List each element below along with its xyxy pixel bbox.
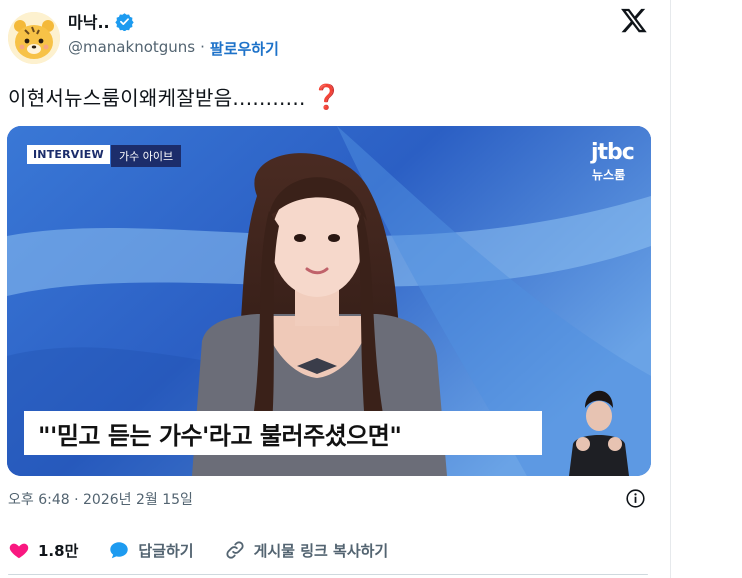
- red-question-mark-icon: ❓: [311, 82, 342, 111]
- copy-link-label: 게시물 링크 복사하기: [253, 541, 389, 560]
- author-handle[interactable]: @manaknotguns: [68, 38, 195, 59]
- follow-button[interactable]: 팔로우하기: [210, 38, 279, 59]
- interview-tag: INTERVIEW: [27, 145, 110, 164]
- column-divider: [670, 0, 671, 578]
- reply-label: 답글하기: [138, 541, 194, 560]
- copy-link-button[interactable]: 게시물 링크 복사하기: [224, 539, 389, 561]
- tweet-text: 이현서뉴스룸이왜케잘받음........... ❓: [8, 82, 342, 111]
- author-meta: @manaknotguns · 팔로우하기: [68, 38, 279, 59]
- verified-badge-icon: [114, 12, 134, 32]
- tweet-media-image[interactable]: INTERVIEW 가수 아이브 jtbc 뉴스룸 "'믿고 듣는 가수'라고 …: [7, 126, 651, 476]
- jtbc-logo: jtbc: [591, 140, 635, 165]
- singer-tag: 가수 아이브: [111, 145, 182, 167]
- link-icon: [224, 539, 246, 561]
- like-button[interactable]: 1.8만: [8, 539, 78, 561]
- reply-bubble-icon: [108, 539, 130, 561]
- tweet-actions: 1.8만 답글하기 게시물 링크 복사하기: [8, 536, 648, 564]
- heart-icon: [8, 539, 30, 561]
- author-name[interactable]: 마낙..: [68, 9, 134, 33]
- avatar[interactable]: [8, 12, 60, 64]
- tweet-timestamp[interactable]: 오후 6:48 · 2026년 2월 15일: [8, 489, 193, 509]
- news-caption: "'믿고 듣는 가수'라고 불러주셨으면": [24, 411, 542, 455]
- tweet-card: 마낙.. @manaknotguns · 팔로우하기 이현서뉴스룸이왜케잘받음.…: [0, 0, 670, 578]
- display-name[interactable]: 마낙..: [68, 9, 110, 33]
- info-icon[interactable]: [625, 488, 646, 509]
- newsroom-label: 뉴스룸: [592, 168, 626, 182]
- reply-button[interactable]: 답글하기: [108, 539, 194, 561]
- tweet-body: 이현서뉴스룸이왜케잘받음...........: [8, 86, 306, 110]
- like-count: 1.8만: [38, 541, 79, 560]
- separator: ·: [200, 38, 205, 56]
- x-logo-icon[interactable]: [620, 6, 648, 34]
- divider: [8, 574, 648, 575]
- caption-text: "'믿고 듣는 가수'라고 불러주셨으면": [38, 421, 402, 450]
